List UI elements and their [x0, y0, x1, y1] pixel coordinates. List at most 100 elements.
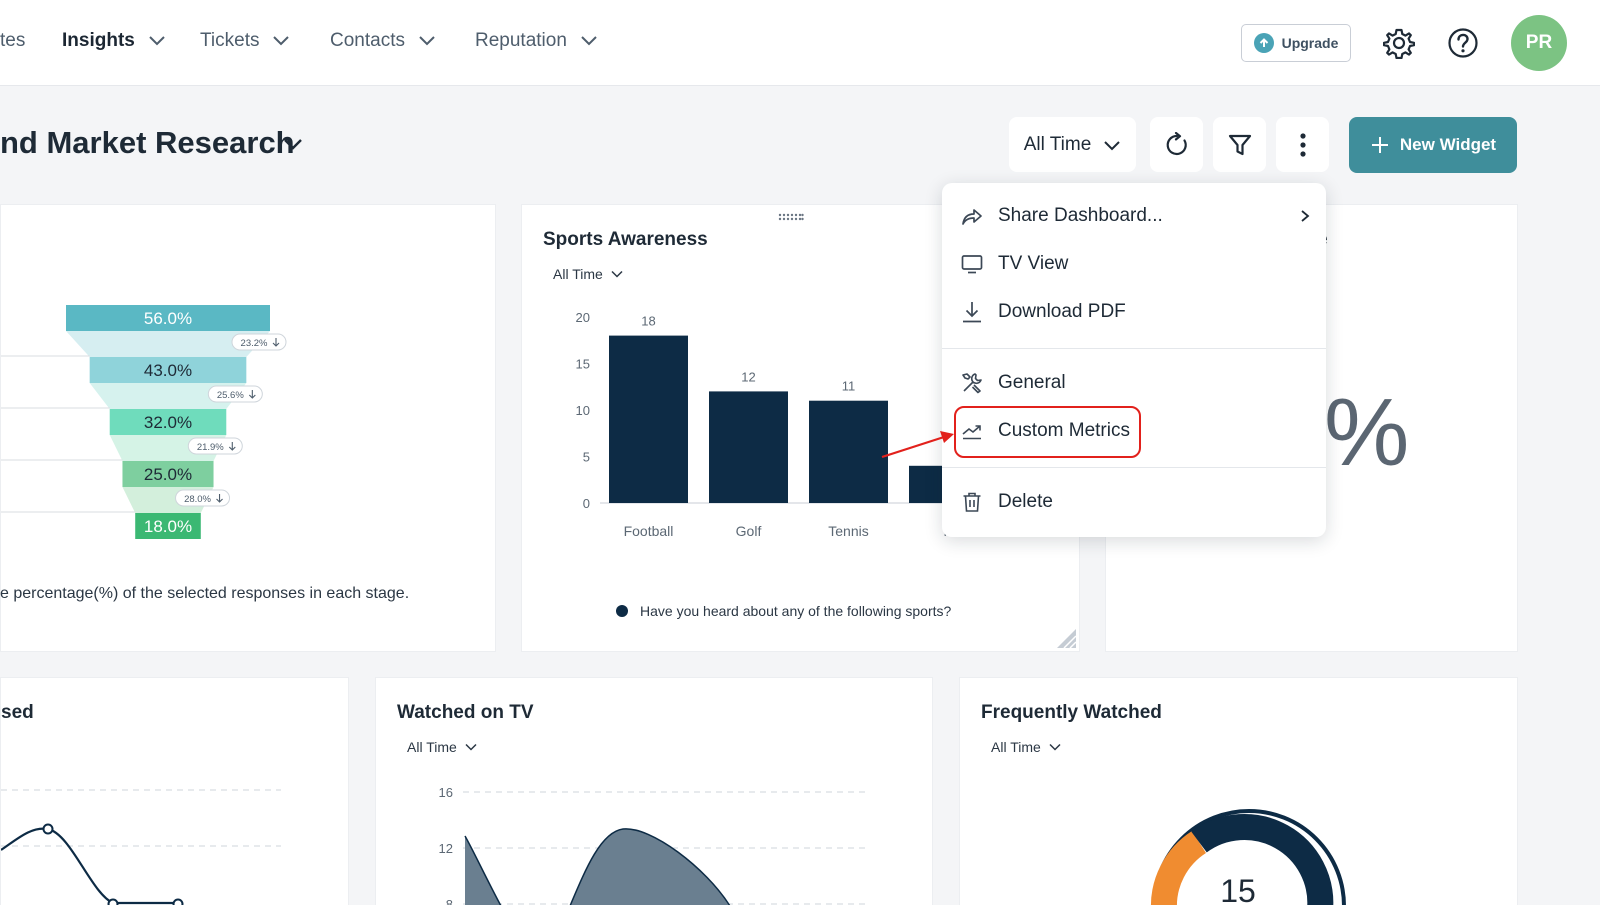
dashboard-options-menu: Share Dashboard... TV View Download PDF …: [942, 183, 1326, 537]
funnel-drop-label: 23.2%: [241, 338, 268, 349]
menu-item-label: TV View: [998, 253, 1069, 274]
menu-divider: [942, 348, 1326, 349]
menu-item-label: Share Dashboard...: [998, 205, 1163, 226]
chevron-down-icon: [581, 36, 597, 46]
time-filter-label: All Time: [1023, 133, 1092, 155]
y-tick-label: 20: [576, 310, 590, 325]
x-tick-label: Golf: [736, 523, 762, 539]
menu-item-tv-view[interactable]: TV View: [960, 246, 1068, 282]
avatar[interactable]: PR: [1511, 15, 1567, 71]
data-point: [42, 823, 54, 835]
chevron-down-icon[interactable]: [282, 136, 304, 152]
line-chart: [1, 789, 281, 905]
menu-item-label: General: [998, 372, 1066, 393]
resize-handle-icon[interactable]: [1055, 627, 1077, 649]
bar[interactable]: [809, 400, 888, 503]
plus-icon: [1371, 137, 1388, 153]
bar-data-label: 18: [641, 314, 655, 329]
menu-item-delete[interactable]: Delete: [960, 484, 1053, 520]
filter-button[interactable]: [1213, 117, 1266, 172]
upgrade-label: Upgrade: [1281, 35, 1339, 51]
y-tick-label: 0: [583, 496, 590, 511]
watched-on-tv-card: Watched on TV All Time 8 12 16: [375, 677, 933, 905]
refresh-icon: [1166, 131, 1187, 155]
nav-item-notes[interactable]: tes: [0, 30, 25, 52]
bar[interactable]: [709, 391, 788, 503]
funnel-stage-label: 56.0%: [144, 309, 192, 328]
gear-icon[interactable]: [1383, 27, 1415, 59]
x-tick-label: Tennis: [828, 523, 868, 539]
menu-divider: [942, 467, 1326, 468]
series-line: [1, 827, 179, 905]
refresh-button[interactable]: [1150, 117, 1203, 172]
menu-item-general[interactable]: General: [960, 365, 1066, 401]
funnel-stage-label: 25.0%: [144, 465, 192, 484]
y-tick-label: 8: [446, 897, 453, 905]
funnel-stage-label: 43.0%: [144, 361, 192, 380]
new-widget-label: New Widget: [1399, 135, 1497, 154]
upgrade-arrow-icon: [1253, 33, 1274, 53]
funnel-description: e percentage(%) of the selected response…: [0, 585, 410, 602]
y-tick-label: 10: [576, 403, 590, 418]
annotation-arrow-icon: [881, 431, 954, 459]
funnel-stage-label: 18.0%: [144, 517, 192, 536]
nav-item-contacts[interactable]: Contacts: [330, 30, 435, 52]
y-tick-label: 12: [439, 841, 453, 856]
gauge-segment-navy: [1191, 814, 1334, 905]
bar-data-label: 12: [741, 369, 755, 384]
tools-icon: [962, 373, 982, 394]
tv-icon: [961, 255, 983, 274]
metric-value: %: [1324, 379, 1410, 486]
share-icon: [962, 209, 982, 225]
y-tick-label: 5: [583, 450, 590, 465]
data-point: [107, 898, 119, 905]
gauge-value: 15: [1220, 873, 1256, 905]
chevron-down-icon: [419, 36, 435, 46]
area-shape: [570, 828, 730, 905]
top-navigation: tes Insights Tickets Contacts Reputation…: [0, 0, 1600, 86]
menu-item-download-pdf[interactable]: Download PDF: [960, 294, 1126, 330]
nav-item-label: Reputation: [475, 30, 567, 51]
highlight-annotation: [954, 406, 1141, 458]
new-widget-button[interactable]: New Widget: [1349, 117, 1517, 173]
legend-label: Have you heard about any of the followin…: [640, 603, 952, 619]
filter-icon: [1228, 134, 1251, 155]
upgrade-button[interactable]: Upgrade: [1241, 24, 1351, 62]
y-tick-label: 16: [439, 785, 453, 800]
legend-marker: [616, 605, 628, 617]
trash-icon: [963, 492, 981, 512]
chevron-right-icon: [1301, 210, 1310, 222]
chevron-down-icon: [273, 36, 290, 46]
funnel-drop-label: 28.0%: [184, 494, 211, 505]
time-filter-dropdown[interactable]: All Time: [1009, 117, 1136, 172]
nav-item-label: Tickets: [200, 30, 260, 51]
chevron-down-icon: [149, 36, 165, 46]
data-point: [172, 898, 184, 905]
x-tick-label: Football: [624, 523, 674, 539]
frequently-watched-card: Frequently Watched All Time 15: [959, 677, 1518, 905]
y-tick-label: 15: [576, 357, 590, 372]
download-icon: [963, 302, 981, 323]
page-title: nd Market Research: [0, 125, 295, 160]
more-vertical-icon: [1299, 132, 1306, 157]
nav-item-reputation[interactable]: Reputation: [475, 30, 597, 52]
menu-item-share-dashboard[interactable]: Share Dashboard...: [960, 198, 1310, 234]
funnel-stage-label: 32.0%: [144, 413, 192, 432]
area-chart: 8 12 16: [439, 785, 865, 905]
help-icon[interactable]: [1447, 27, 1479, 59]
nav-item-insights[interactable]: Insights: [62, 30, 165, 52]
nav-item-tickets[interactable]: Tickets: [200, 30, 290, 52]
funnel-chart: 23.2% 56.0% 25.6% 43.0% 21.9% 32.0% 28.0% 25.0%…: [1, 305, 287, 539]
funnel-drop-label: 21.9%: [197, 442, 224, 453]
gauge-chart: 15: [1150, 809, 1346, 905]
line-card: sed: [0, 677, 349, 905]
menu-item-label: Delete: [998, 491, 1053, 512]
nav-item-label: Insights: [62, 30, 135, 51]
chevron-down-icon: [1104, 140, 1120, 150]
nav-item-label: Contacts: [330, 30, 405, 51]
bar-data-label: 11: [842, 379, 856, 394]
more-options-button[interactable]: [1276, 117, 1329, 172]
nav-item-label: tes: [0, 30, 26, 51]
menu-item-label: Download PDF: [998, 301, 1126, 322]
bar[interactable]: [609, 335, 688, 503]
